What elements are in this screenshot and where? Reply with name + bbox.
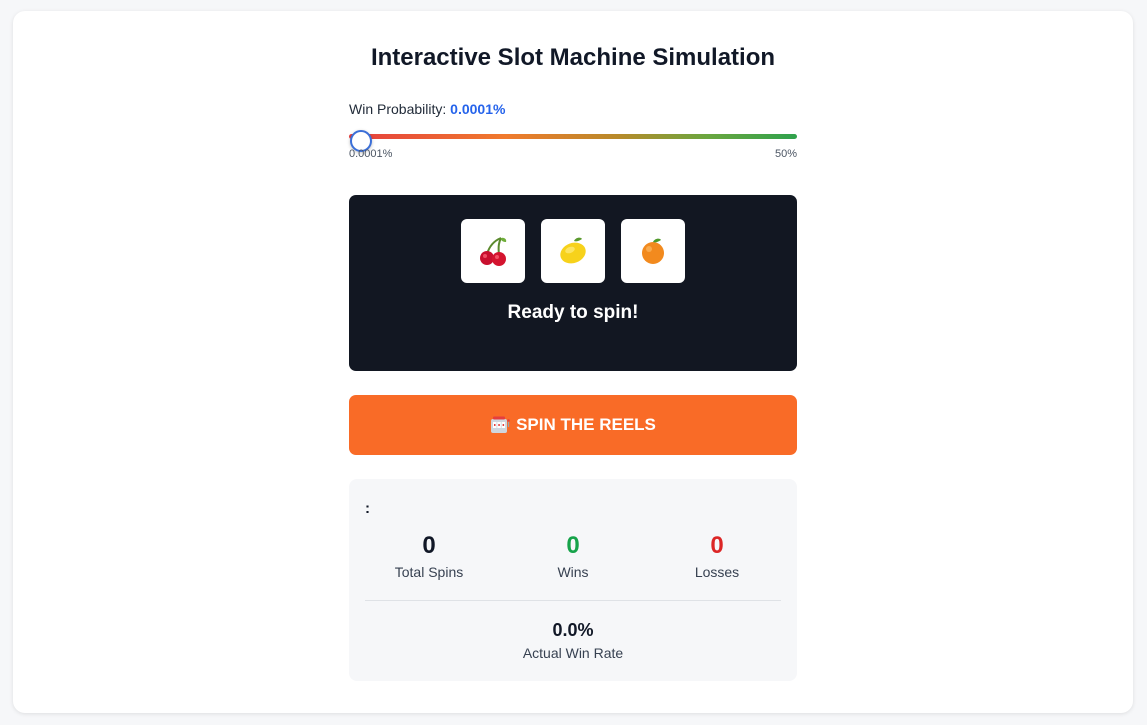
reel-1 bbox=[461, 219, 525, 283]
spin-button-label: SPIN THE REELS bbox=[516, 415, 656, 434]
win-probability-slider[interactable] bbox=[349, 130, 797, 152]
cherry-icon bbox=[480, 237, 507, 266]
wins-label: Wins bbox=[557, 564, 589, 580]
slider-min-label: 0.0001% bbox=[349, 148, 393, 160]
reel-2 bbox=[541, 219, 605, 283]
win-probability-row: Win Probability: 0.0001% bbox=[349, 101, 505, 117]
actual-win-rate-stat: 0.0% Actual Win Rate bbox=[349, 620, 797, 661]
total-spins-stat: 0 Total Spins bbox=[359, 532, 499, 580]
reel-3 bbox=[621, 219, 685, 283]
wins-stat: 0 Wins bbox=[503, 532, 643, 580]
slider-range-labels: 0.0001% 50% bbox=[349, 148, 797, 160]
losses-stat: 0 Losses bbox=[647, 532, 787, 580]
losses-label: Losses bbox=[694, 564, 740, 580]
page-title: Interactive Slot Machine Simulation bbox=[370, 44, 776, 71]
win-probability-label: Win Probability: bbox=[349, 101, 447, 117]
lemon-icon bbox=[560, 237, 586, 264]
losses-value: 0 bbox=[710, 532, 724, 559]
spin-button[interactable]: SPIN THE REELS bbox=[349, 395, 797, 455]
orange-icon bbox=[642, 238, 664, 264]
reels bbox=[461, 219, 685, 283]
statistics-panel: : 0 Total Spins 0 Wins 0 Losses 0.0% Act… bbox=[349, 479, 797, 681]
slot-machine-icon bbox=[491, 416, 510, 433]
win-probability-value: 0.0001% bbox=[450, 101, 506, 117]
main-card: Interactive Slot Machine Simulation Win … bbox=[13, 11, 1133, 713]
actual-win-rate-label: Actual Win Rate bbox=[522, 645, 624, 661]
total-spins-label: Total Spins bbox=[394, 564, 464, 580]
statistics-heading: : bbox=[365, 500, 370, 517]
slider-track[interactable] bbox=[349, 134, 797, 139]
spin-status-text: Ready to spin! bbox=[507, 302, 639, 323]
slider-max-label: 50% bbox=[774, 148, 797, 160]
total-spins-value: 0 bbox=[422, 532, 436, 559]
slot-machine-display: Ready to spin! bbox=[349, 195, 797, 371]
actual-win-rate-value: 0.0% bbox=[552, 620, 594, 640]
stats-divider bbox=[365, 600, 781, 601]
wins-value: 0 bbox=[566, 532, 580, 559]
